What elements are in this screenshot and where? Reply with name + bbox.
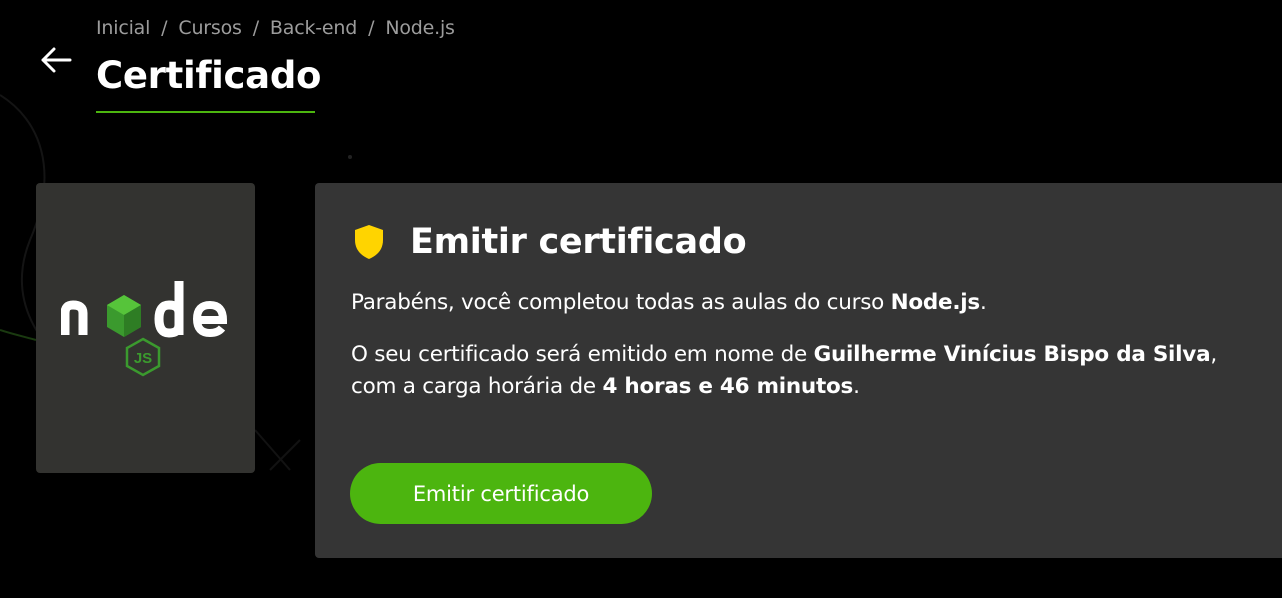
arrow-left-icon	[41, 47, 72, 73]
issue-message: O seu certificado será emitido em nome d…	[351, 339, 1276, 403]
student-name: Guilherme Vinícius Bispo da Silva	[813, 342, 1211, 367]
certificate-card: Emitir certificado Parabéns, você comple…	[315, 183, 1282, 558]
svg-text:JS: JS	[133, 350, 151, 367]
breadcrumb-separator: /	[252, 17, 259, 39]
completion-message: Parabéns, você completou todas as aulas …	[351, 287, 1276, 319]
workload-punctuation: .	[853, 374, 860, 399]
breadcrumb-item-back-end[interactable]: Back-end	[270, 17, 357, 39]
card-title: Emitir certificado	[410, 222, 747, 262]
breadcrumb-separator: /	[161, 17, 168, 39]
course-name: Node.js	[890, 290, 981, 315]
breadcrumb-item-nodejs[interactable]: Node.js	[385, 17, 455, 39]
back-button[interactable]	[36, 42, 76, 78]
page-title: Certificado	[96, 54, 322, 97]
workload-text: com a carga horária de	[351, 374, 603, 399]
issue-text: O seu certificado será emitido em nome d…	[351, 342, 814, 367]
card-header: Emitir certificado	[352, 219, 747, 265]
course-thumbnail: JS	[36, 183, 255, 473]
breadcrumb-item-cursos[interactable]: Cursos	[178, 17, 242, 39]
shield-icon	[355, 225, 383, 259]
emit-certificate-button[interactable]: Emitir certificado	[350, 463, 652, 524]
completion-text: Parabéns, você completou todas as aulas …	[351, 290, 891, 315]
completion-punctuation: .	[979, 290, 987, 315]
title-underline	[96, 111, 315, 113]
nodejs-logo: JS	[60, 281, 227, 377]
issue-punctuation: ,	[1210, 342, 1217, 367]
breadcrumb-item-inicial[interactable]: Inicial	[96, 17, 150, 39]
breadcrumb: Inicial / Cursos / Back-end / Node.js	[96, 16, 455, 40]
breadcrumb-separator: /	[368, 17, 375, 39]
workload-value: 4 horas e 46 minutos	[602, 374, 854, 399]
